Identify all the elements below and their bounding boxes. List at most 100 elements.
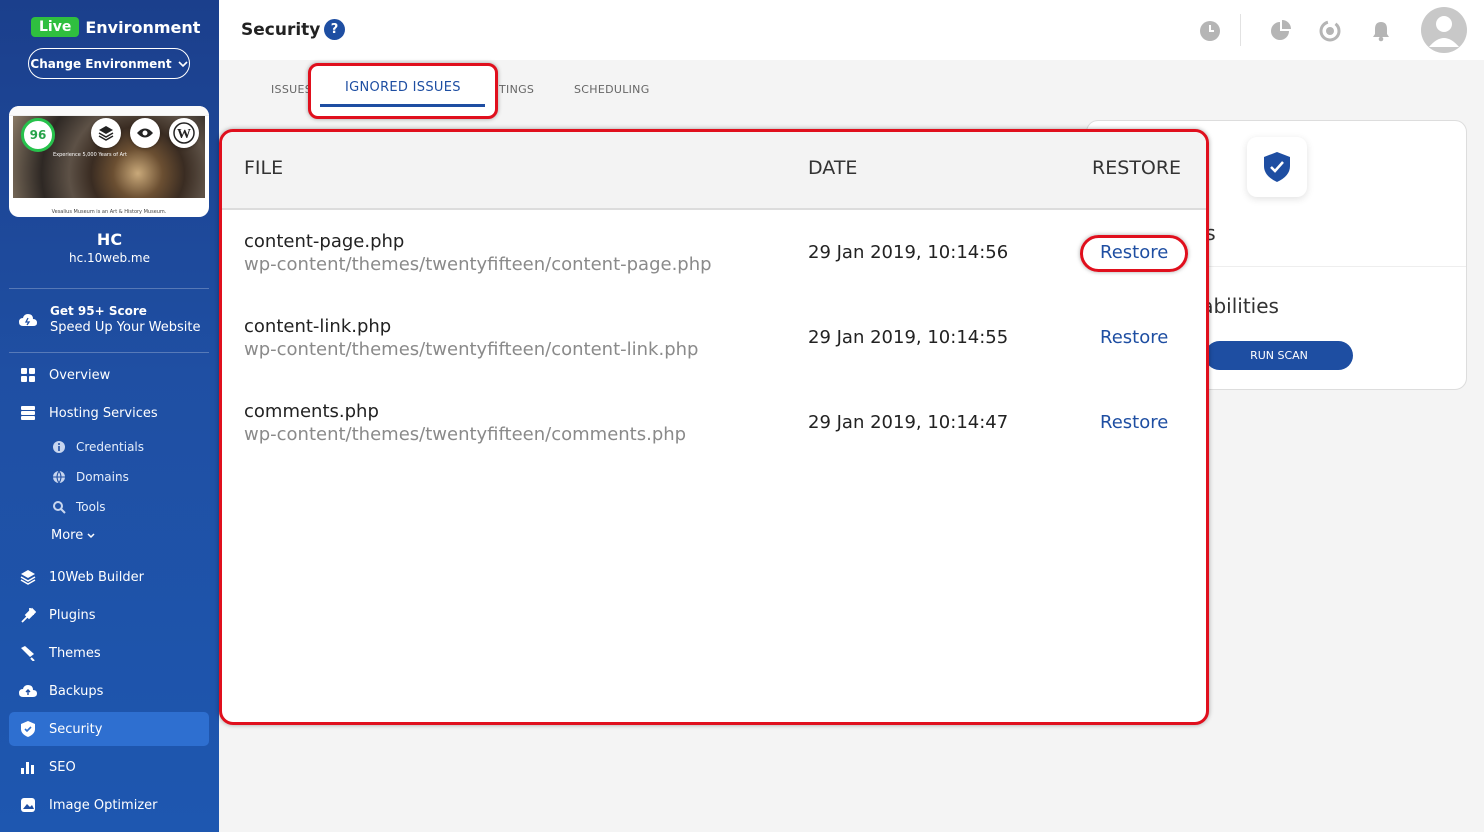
grid-icon bbox=[19, 366, 37, 384]
sidebar-item-backups[interactable]: Backups bbox=[9, 674, 209, 708]
sidebar-item-label: Security bbox=[49, 721, 103, 737]
tools-icon bbox=[53, 501, 66, 514]
site-preview-topbar bbox=[9, 106, 209, 116]
site-preview-heading: Experience 5,000 Years of Art bbox=[53, 152, 128, 158]
sidebar-subitem-label: Credentials bbox=[76, 440, 145, 454]
table-row: content-link.php wp-content/themes/twent… bbox=[222, 296, 1206, 381]
sidebar-item-label: Overview bbox=[49, 367, 111, 383]
sidebar: Live Environment Change Environment Expe… bbox=[0, 0, 219, 832]
table-row: comments.php wp-content/themes/twentyfif… bbox=[222, 381, 1206, 466]
site-name: HC bbox=[96, 230, 123, 249]
tab-ignored-issues[interactable]: IGNORED ISSUES bbox=[345, 80, 461, 95]
sidebar-item-plugins[interactable]: Plugins bbox=[9, 598, 209, 632]
speed-up-promo[interactable]: Get 95+ Score Speed Up Your Website bbox=[18, 304, 201, 335]
sidebar-subitem-credentials[interactable]: Credentials bbox=[52, 440, 144, 454]
sidebar-item-security[interactable]: Security bbox=[9, 712, 209, 746]
site-url[interactable]: hc.10web.me bbox=[0, 251, 219, 265]
clock-icon[interactable] bbox=[1199, 20, 1221, 42]
eye-icon[interactable] bbox=[130, 118, 160, 148]
sidebar-item-overview[interactable]: Overview bbox=[9, 358, 209, 392]
live-badge: Live bbox=[31, 17, 80, 37]
layers-icon bbox=[19, 568, 37, 586]
ignored-date: 29 Jan 2019, 10:14:56 bbox=[808, 242, 1009, 263]
file-path: wp-content/themes/twentyfifteen/comments… bbox=[244, 424, 687, 445]
sidebar-item-label: SEO bbox=[49, 759, 76, 775]
sidebar-divider bbox=[9, 352, 209, 353]
active-tab-underline bbox=[320, 104, 485, 107]
sidebar-subitem-domains[interactable]: Domains bbox=[52, 470, 129, 484]
top-header: Security ? bbox=[219, 0, 1484, 60]
brush-icon bbox=[19, 644, 37, 662]
tab-issues[interactable]: ISSUES bbox=[271, 83, 312, 96]
avatar[interactable] bbox=[1421, 7, 1467, 53]
cloud-speed-icon bbox=[19, 313, 37, 326]
svg-text:W: W bbox=[177, 127, 191, 142]
bell-icon[interactable] bbox=[1370, 20, 1392, 42]
ignored-issues-table: FILE DATE RESTORE content-page.php wp-co… bbox=[219, 129, 1209, 725]
run-scan-button[interactable]: RUN SCAN bbox=[1205, 341, 1353, 370]
sidebar-item-label: Image Optimizer bbox=[49, 797, 158, 813]
pie-chart-icon[interactable] bbox=[1269, 20, 1291, 42]
chevron-down-icon bbox=[178, 60, 188, 67]
table-row: content-page.php wp-content/themes/twent… bbox=[222, 211, 1206, 296]
file-name: content-page.php bbox=[244, 231, 405, 252]
environment-row: Live Environment bbox=[31, 17, 200, 37]
column-header-date: DATE bbox=[808, 157, 858, 179]
sidebar-item-10web-builder[interactable]: 10Web Builder bbox=[9, 560, 209, 594]
help-icon[interactable]: ? bbox=[324, 19, 345, 40]
speed-gauge-icon[interactable] bbox=[1319, 20, 1341, 42]
file-path: wp-content/themes/twentyfifteen/content-… bbox=[244, 254, 712, 275]
restore-highlight-frame bbox=[1080, 235, 1188, 272]
sidebar-subitem-tools[interactable]: Tools bbox=[52, 500, 106, 514]
wordpress-icon[interactable]: W bbox=[169, 118, 199, 148]
layers-icon[interactable] bbox=[91, 118, 121, 148]
column-header-file: FILE bbox=[244, 157, 284, 179]
server-icon bbox=[19, 404, 37, 422]
info-icon bbox=[53, 441, 65, 453]
tab-scheduling[interactable]: SCHEDULING bbox=[574, 83, 650, 96]
sidebar-more-toggle[interactable]: More bbox=[51, 528, 95, 543]
file-name: comments.php bbox=[244, 401, 379, 422]
globe-icon bbox=[53, 470, 65, 484]
sidebar-item-hosting-services[interactable]: Hosting Services bbox=[9, 396, 209, 430]
site-preview-card[interactable]: Experience 5,000 Years of Art Vesalius M… bbox=[9, 106, 209, 217]
sidebar-item-label: Backups bbox=[49, 683, 104, 699]
sidebar-subitem-label: Domains bbox=[76, 470, 129, 484]
header-divider bbox=[1240, 14, 1241, 46]
table-header: FILE DATE RESTORE bbox=[222, 132, 1206, 210]
tab-settings[interactable]: TINGS bbox=[499, 83, 534, 96]
site-preview-caption: Vesalius Museum is an Art & History Muse… bbox=[51, 209, 167, 215]
column-header-restore: RESTORE bbox=[1092, 157, 1182, 179]
sidebar-divider bbox=[9, 288, 209, 289]
file-path: wp-content/themes/twentyfifteen/content-… bbox=[244, 339, 699, 360]
restore-button[interactable]: Restore bbox=[1100, 327, 1168, 348]
sidebar-item-label: 10Web Builder bbox=[49, 569, 144, 585]
ignored-date: 29 Jan 2019, 10:14:55 bbox=[808, 327, 1009, 348]
promo-title: Get 95+ Score bbox=[50, 304, 147, 318]
sidebar-item-image-optimizer[interactable]: Image Optimizer bbox=[9, 788, 209, 822]
bar-chart-icon bbox=[19, 758, 37, 776]
plug-icon bbox=[19, 606, 37, 624]
sidebar-item-label: Hosting Services bbox=[49, 405, 158, 421]
chevron-down-icon bbox=[87, 533, 95, 539]
file-name: content-link.php bbox=[244, 316, 392, 337]
image-icon bbox=[19, 796, 37, 814]
shield-icon bbox=[19, 720, 37, 738]
environment-label: Environment bbox=[85, 17, 201, 37]
ignored-date: 29 Jan 2019, 10:14:47 bbox=[808, 412, 1009, 433]
page-speed-score[interactable]: 96 bbox=[21, 118, 55, 152]
sidebar-item-label: Themes bbox=[49, 645, 101, 661]
cloud-upload-icon bbox=[19, 682, 37, 700]
sidebar-item-seo[interactable]: SEO bbox=[9, 750, 209, 784]
change-environment-label: Change Environment bbox=[30, 56, 172, 71]
change-environment-button[interactable]: Change Environment bbox=[28, 48, 190, 79]
promo-subtitle: Speed Up Your Website bbox=[50, 320, 201, 335]
sidebar-subitem-label: Tools bbox=[76, 500, 106, 514]
more-label: More bbox=[51, 528, 84, 543]
restore-button[interactable]: Restore bbox=[1100, 412, 1168, 433]
page-title: Security bbox=[241, 20, 321, 40]
security-shield-badge bbox=[1247, 137, 1307, 197]
sidebar-item-themes[interactable]: Themes bbox=[9, 636, 209, 670]
shield-check-icon bbox=[1264, 152, 1290, 182]
sidebar-item-label: Plugins bbox=[49, 607, 96, 623]
